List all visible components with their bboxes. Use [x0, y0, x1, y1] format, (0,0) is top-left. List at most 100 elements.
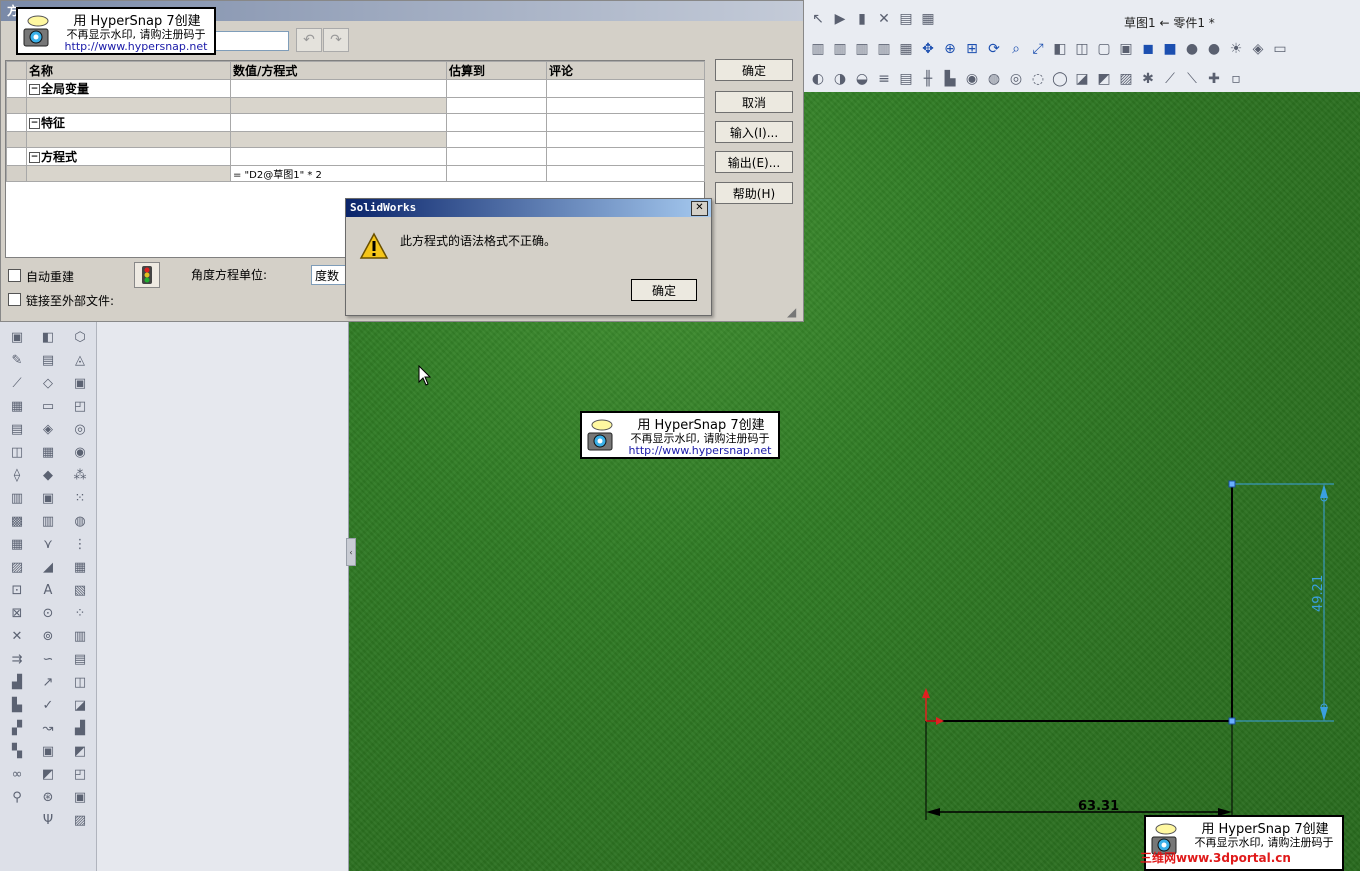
tool-icon[interactable]: ▣	[8, 328, 26, 346]
tool-icon[interactable]: ⋮	[71, 535, 89, 553]
tool-icon[interactable]: ◧	[39, 328, 57, 346]
tool-icon[interactable]: ▨	[8, 558, 26, 576]
group-global-variables[interactable]: − 全局变量	[26, 79, 231, 98]
tool-icon[interactable]: ⟋	[8, 374, 26, 392]
tool-icon[interactable]: ⁂	[71, 466, 89, 484]
table-cell[interactable]	[446, 79, 547, 98]
tool-icon[interactable]: ▚	[8, 742, 26, 760]
table-cell[interactable]	[546, 97, 705, 114]
message-ok-button[interactable]: 确定	[631, 279, 697, 301]
tool-icon[interactable]: ◢	[39, 558, 57, 576]
tool-icon[interactable]: ▧	[71, 581, 89, 599]
table-cell[interactable]	[230, 97, 447, 114]
vertical-dim-value[interactable]: 49.21	[1311, 575, 1326, 612]
table-cell[interactable]	[446, 131, 547, 148]
tool-icon[interactable]: ▭	[39, 397, 57, 415]
table-row-equation-entry[interactable]: = "D2@草图1" * 2	[6, 165, 705, 182]
tool-icon[interactable]: ✎	[8, 351, 26, 369]
tool-icon[interactable]: ⊛	[39, 788, 57, 806]
tool-icon[interactable]: ◇	[39, 374, 57, 392]
tool-icon[interactable]: ✓	[39, 696, 57, 714]
tool-icon[interactable]: ◍	[71, 512, 89, 530]
table-cell[interactable]	[546, 147, 705, 166]
tool-icon[interactable]: ▥	[39, 512, 57, 530]
horizontal-dim-value[interactable]: 63.31	[1078, 799, 1119, 814]
table-row-equations[interactable]: − 方程式	[6, 147, 705, 166]
table-row-add-global[interactable]	[6, 97, 705, 114]
message-box-close-button[interactable]: ✕	[691, 201, 708, 216]
group-equations[interactable]: − 方程式	[26, 147, 231, 166]
tool-icon[interactable]: ▞	[8, 719, 26, 737]
endpoint-top[interactable]	[1228, 480, 1236, 488]
endpoint-corner[interactable]	[1228, 717, 1236, 725]
tool-icon[interactable]: ⋎	[39, 535, 57, 553]
export-button[interactable]: 输出(E)...	[715, 151, 793, 173]
tool-icon[interactable]: ⊚	[39, 627, 57, 645]
table-cell[interactable]	[230, 131, 447, 148]
tool-icon[interactable]: ▤	[71, 650, 89, 668]
tool-icon[interactable]: ◩	[39, 765, 57, 783]
auto-rebuild-checkbox[interactable]	[8, 269, 21, 282]
table-cell[interactable]	[446, 97, 547, 114]
tool-icon[interactable]: ∽	[39, 650, 57, 668]
table-cell[interactable]	[230, 147, 447, 166]
tool-icon[interactable]: ◬	[71, 351, 89, 369]
tool-icon[interactable]: A	[39, 581, 57, 599]
table-cell[interactable]	[546, 113, 705, 132]
resize-grip-icon[interactable]: ◢	[787, 305, 796, 319]
tool-icon[interactable]: ◈	[39, 420, 57, 438]
table-cell[interactable]	[446, 147, 547, 166]
tool-icon[interactable]: ▩	[8, 512, 26, 530]
redo-button[interactable]: ↷	[323, 28, 349, 52]
tool-icon[interactable]: ✕	[8, 627, 26, 645]
tool-icon[interactable]: ▣	[39, 489, 57, 507]
tool-icon[interactable]: ◫	[71, 673, 89, 691]
equation-value-cell[interactable]: = "D2@草图1" * 2	[230, 165, 447, 182]
table-cell[interactable]	[446, 165, 547, 182]
tool-icon[interactable]: ▣	[39, 742, 57, 760]
tool-icon[interactable]: ▥	[71, 627, 89, 645]
tool-icon[interactable]: ↝	[39, 719, 57, 737]
table-cell[interactable]	[26, 165, 231, 182]
column-header-value[interactable]: 数值/方程式	[230, 61, 447, 80]
tool-icon[interactable]: ▤	[8, 420, 26, 438]
collapse-minus-icon[interactable]: −	[29, 84, 40, 95]
tool-icon[interactable]: ⁙	[71, 489, 89, 507]
cancel-button[interactable]: 取消	[715, 91, 793, 113]
help-button[interactable]: 帮助(H)	[715, 182, 793, 204]
tool-icon[interactable]: ⇉	[8, 650, 26, 668]
column-header-evaluates[interactable]: 估算到	[446, 61, 547, 80]
tool-icon[interactable]: ◩	[71, 742, 89, 760]
table-cell[interactable]	[546, 131, 705, 148]
column-header-comment[interactable]: 评论	[546, 61, 705, 80]
import-button[interactable]: 输入(I)...	[715, 121, 793, 143]
table-cell[interactable]	[546, 165, 705, 182]
tool-icon[interactable]: ▤	[39, 351, 57, 369]
tool-icon[interactable]: ▙	[8, 696, 26, 714]
tool-icon[interactable]: ▦	[71, 558, 89, 576]
undo-button[interactable]: ↶	[296, 28, 322, 52]
tool-icon[interactable]: ⊠	[8, 604, 26, 622]
tool-icon[interactable]: ◰	[71, 765, 89, 783]
table-cell[interactable]	[446, 113, 547, 132]
tool-icon[interactable]: ▣	[71, 374, 89, 392]
tool-icon[interactable]: ⬡	[71, 328, 89, 346]
tool-icon[interactable]: ◆	[39, 466, 57, 484]
collapse-minus-icon[interactable]: −	[29, 118, 40, 129]
tool-icon[interactable]: ⁘	[71, 604, 89, 622]
panel-collapse-handle[interactable]: ‹	[346, 538, 356, 566]
ok-button[interactable]: 确定	[715, 59, 793, 81]
tool-icon[interactable]: ◰	[71, 397, 89, 415]
tool-icon[interactable]: ◎	[71, 420, 89, 438]
table-cell[interactable]	[26, 97, 231, 114]
tool-icon[interactable]: ▦	[8, 397, 26, 415]
rebuild-button[interactable]	[134, 262, 160, 288]
tool-icon[interactable]: ◉	[71, 443, 89, 461]
tool-icon[interactable]: ▨	[71, 811, 89, 829]
table-cell[interactable]	[230, 113, 447, 132]
tool-icon[interactable]: ◫	[8, 443, 26, 461]
column-header-name[interactable]: 名称	[26, 61, 231, 80]
tool-icon[interactable]: Ψ	[39, 811, 57, 829]
tool-icon[interactable]: ⚲	[8, 788, 26, 806]
tool-icon[interactable]: ▟	[71, 719, 89, 737]
